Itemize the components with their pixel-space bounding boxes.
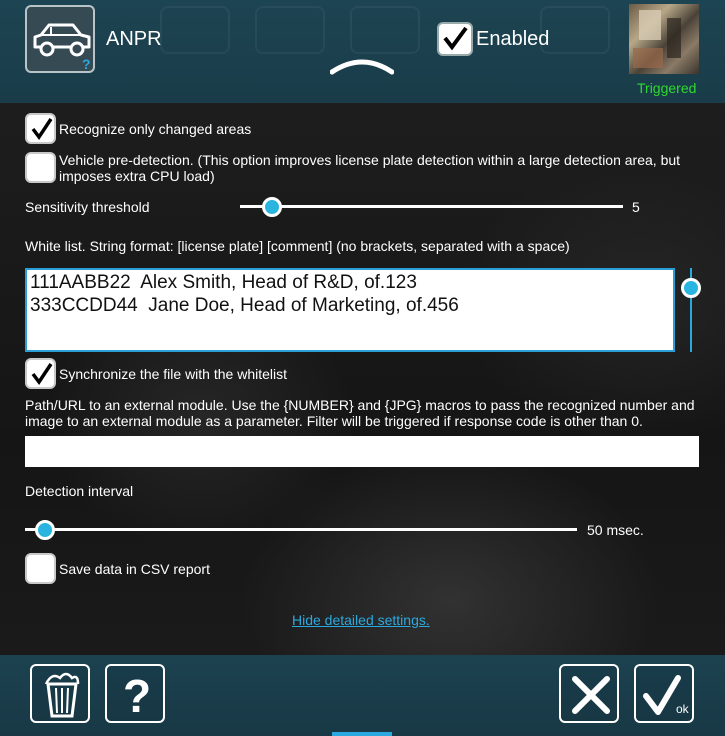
sync-whitelist-label: Synchronize the file with the whitelist [59,366,287,382]
sensitivity-slider-track[interactable] [240,205,623,208]
help-button[interactable]: ? [105,664,165,723]
ghost-tile [540,6,610,54]
enabled-checkbox[interactable] [437,22,473,56]
collapse-chevron-icon[interactable] [329,54,395,78]
whitelist-textarea[interactable]: 111AABB22 Alex Smith, Head of R&D, of.12… [25,268,675,352]
trash-icon [44,672,80,718]
save-csv-checkbox[interactable] [25,553,56,584]
svg-text:?: ? [82,56,91,72]
path-label: Path/URL to an external module. Use the … [25,397,695,429]
interval-slider-track[interactable] [25,528,577,531]
status-triggered: Triggered [637,80,697,96]
ok-button[interactable]: ok [634,664,694,723]
sensitivity-value: 5 [632,199,640,215]
svg-text:?: ? [123,670,151,722]
interval-slider-thumb[interactable] [35,520,55,540]
cancel-button[interactable] [559,664,619,723]
whitelist-label: White list. String format: [license plat… [25,238,570,254]
enabled-label: Enabled [476,28,550,50]
recognize-changed-label: Recognize only changed areas [59,121,252,137]
detection-interval-label: Detection interval [25,483,134,499]
close-icon [572,676,610,714]
ghost-tile [350,6,420,54]
sensitivity-label: Sensitivity threshold [25,199,150,215]
module-title: ANPR [106,28,162,50]
ghost-tile [160,6,230,54]
question-icon: ? [123,670,151,722]
checkmark-icon [31,363,53,386]
recognize-changed-checkbox[interactable] [25,113,56,144]
ok-sub-label: ok [676,702,689,716]
ghost-tile [255,6,325,54]
sync-whitelist-checkbox[interactable] [25,358,56,389]
sensitivity-slider-thumb[interactable] [262,197,282,217]
interval-value: 50 msec. [587,522,644,538]
camera-preview-thumbnail[interactable] [629,4,699,74]
header-bar [0,0,725,103]
delete-button[interactable] [30,664,90,723]
external-module-path-input[interactable] [25,436,699,467]
vehicle-predetection-label: Vehicle pre-detection. (This option impr… [59,152,681,184]
bottom-indicator [332,732,392,736]
hide-detailed-settings-link[interactable]: Hide detailed settings. [292,612,430,628]
anpr-car-icon: ? [25,5,95,73]
checkmark-icon [31,118,53,141]
save-csv-label: Save data in CSV report [59,561,210,577]
whitelist-scroll-thumb[interactable] [681,278,701,298]
vehicle-predetection-checkbox[interactable] [25,152,56,183]
checkmark-icon [443,26,468,51]
check-ok-icon [643,675,681,715]
